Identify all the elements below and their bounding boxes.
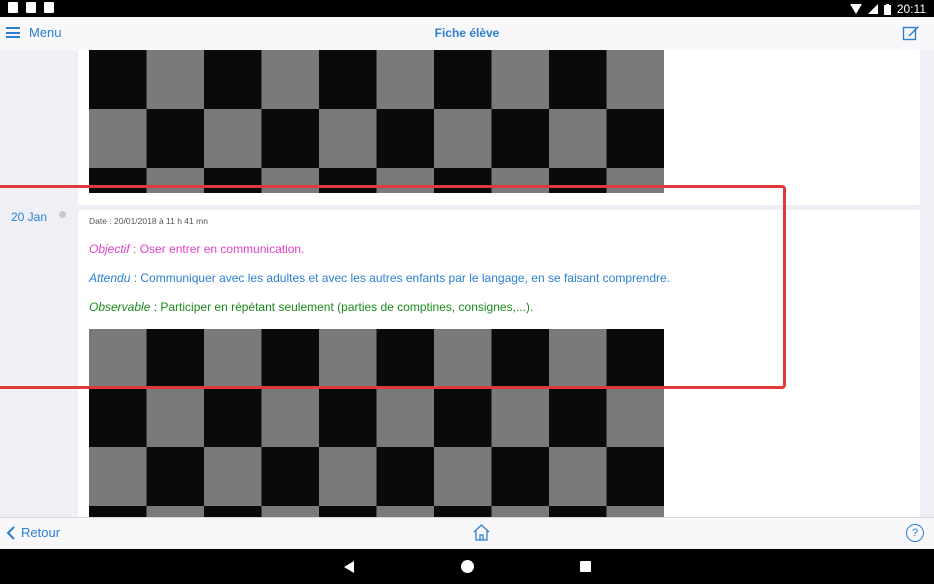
wifi-icon xyxy=(849,4,862,14)
objectif-label: Objectif xyxy=(89,242,130,256)
attached-image[interactable] xyxy=(89,329,664,517)
sd-card-icon xyxy=(44,2,54,13)
system-nav-bar xyxy=(0,549,934,584)
back-label: Retour xyxy=(21,525,61,540)
top-bar: Menu Fiche élève xyxy=(0,17,934,51)
attendu-text: : Communiquer avec les adultes et avec l… xyxy=(130,271,671,285)
timeline-card-previous xyxy=(78,50,920,205)
attendu-label: Attendu xyxy=(89,271,131,285)
nav-back-icon[interactable] xyxy=(344,561,354,573)
objectif-line: Objectif : Oser entrer en communication. xyxy=(89,242,304,256)
help-button[interactable]: ? xyxy=(906,524,924,542)
status-bar: 20:11 xyxy=(0,0,934,17)
status-icons-left xyxy=(8,2,54,13)
entry-date-meta: Date : 20/01/2018 à 11 h 41 mn xyxy=(89,216,208,226)
bottom-bar: Retour ? xyxy=(0,517,934,550)
nav-home-icon[interactable] xyxy=(461,560,474,573)
battery-icon xyxy=(883,3,891,15)
back-button[interactable]: Retour xyxy=(6,525,60,540)
timeline-content[interactable]: 20 Jan Date : 20/01/2018 à 11 h 41 mn Ob… xyxy=(0,50,934,517)
observable-label: Observable xyxy=(89,300,151,314)
clock: 20:11 xyxy=(896,2,926,16)
mail-icon xyxy=(26,2,36,13)
observable-line: Observable : Participer en répétant seul… xyxy=(89,300,533,314)
page-title: Fiche élève xyxy=(434,26,500,40)
edit-icon[interactable] xyxy=(902,24,920,42)
signal-icon xyxy=(867,4,878,14)
timeline-date: 20 Jan xyxy=(11,210,48,224)
notification-icon xyxy=(8,2,18,13)
observable-text: : Participer en répétant seulement (part… xyxy=(150,300,534,314)
timeline-card-entry: Date : 20/01/2018 à 11 h 41 mn Objectif … xyxy=(78,210,920,517)
nav-recents-icon[interactable] xyxy=(580,561,591,572)
home-icon[interactable] xyxy=(472,523,491,542)
timeline-dot xyxy=(59,211,66,218)
chevron-left-icon xyxy=(6,525,15,540)
attendu-line: Attendu : Communiquer avec les adultes e… xyxy=(89,271,670,285)
status-icons-right: 20:11 xyxy=(849,2,926,16)
objectif-text: : Oser entrer en communication. xyxy=(129,242,305,256)
attached-image[interactable] xyxy=(89,50,664,193)
